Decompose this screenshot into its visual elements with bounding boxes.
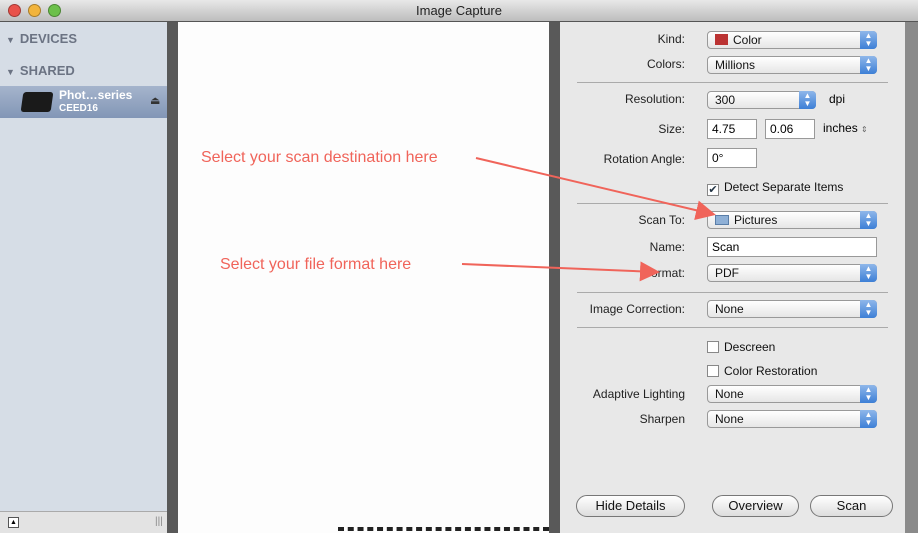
- arrow-to-format: [461, 261, 660, 282]
- annotation-arrows: [461, 157, 716, 282]
- arrow-to-scan-to: [475, 157, 716, 221]
